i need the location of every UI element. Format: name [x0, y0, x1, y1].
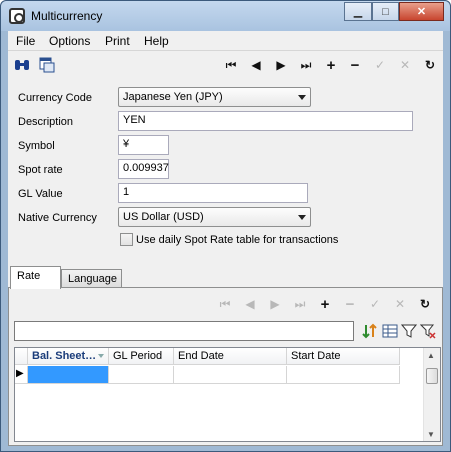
menu-file[interactable]: File [16, 34, 35, 48]
description-field[interactable]: YEN [118, 111, 413, 131]
menu-help[interactable]: Help [144, 34, 169, 48]
toolbar: ⏮ ◀ ▶ ⏭ + − ✓ ✕ ↻ [8, 52, 443, 78]
daily-spot-rate-checkbox[interactable] [120, 233, 133, 246]
grid-next-icon[interactable]: ▶ [266, 295, 284, 313]
first-record-icon[interactable]: ⏮ [222, 56, 240, 74]
column-header-gl-period[interactable]: GL Period [109, 348, 174, 365]
remove-record-icon[interactable]: − [346, 56, 364, 74]
menu-print[interactable]: Print [105, 34, 130, 48]
grid-cell-gl-period[interactable] [109, 366, 174, 384]
rate-grid[interactable]: Bal. Sheet… GL Period End Date Start Dat… [14, 347, 441, 442]
window-title: Multicurrency [31, 9, 103, 23]
maximize-button[interactable]: □ [372, 2, 399, 21]
scroll-down-icon[interactable]: ▼ [427, 430, 435, 439]
spot-rate-label: Spot rate [18, 164, 63, 176]
currency-code-select[interactable]: Japanese Yen (JPY) [118, 87, 311, 107]
tab-strip: Rate Language [8, 266, 443, 289]
currency-code-value: Japanese Yen (JPY) [123, 91, 223, 103]
daily-spot-rate-label[interactable]: Use daily Spot Rate table for transactio… [136, 234, 338, 246]
description-label: Description [18, 116, 74, 128]
grid-vertical-scrollbar[interactable]: ▲ ▼ [423, 348, 440, 441]
tab-language[interactable]: Language [61, 269, 122, 288]
row-marker-icon: ▶ [15, 366, 28, 384]
title-bar[interactable]: Multicurrency ▁ □ ✕ [1, 1, 450, 31]
last-record-icon[interactable]: ⏭ [297, 56, 315, 74]
column-header-start-date[interactable]: Start Date [287, 348, 400, 365]
rate-tab-panel: ⏮ ◀ ▶ ⏭ + − ✓ ✕ ↻ Bal. Sheet… GL Period … [8, 287, 443, 446]
previous-record-icon[interactable]: ◀ [247, 56, 265, 74]
chevron-down-icon [298, 215, 306, 220]
menu-options[interactable]: Options [49, 34, 90, 48]
cancel-icon[interactable]: ✕ [396, 56, 414, 74]
grid-cell-bal-sheet[interactable] [28, 366, 109, 384]
filter-icon[interactable] [400, 322, 418, 340]
native-currency-label: Native Currency [18, 212, 97, 224]
column-header-bal-sheet-label: Bal. Sheet… [32, 350, 97, 362]
grid-cell-start-date[interactable] [287, 366, 400, 384]
gl-value-label: GL Value [18, 188, 63, 200]
grid-add-icon[interactable]: + [316, 295, 334, 313]
grid-first-icon[interactable]: ⏮ [216, 295, 234, 313]
row-header-corner [15, 348, 28, 365]
scroll-thumb[interactable] [426, 368, 438, 384]
grid-last-icon[interactable]: ⏭ [291, 295, 309, 313]
clear-filter-icon[interactable] [419, 322, 437, 340]
symbol-field[interactable]: ¥ [118, 135, 169, 155]
refresh-icon[interactable]: ↻ [421, 56, 439, 74]
spot-rate-field[interactable]: 0.009937 [118, 159, 169, 179]
binoculars-icon[interactable] [13, 56, 31, 74]
close-button[interactable]: ✕ [399, 2, 444, 21]
column-header-end-date[interactable]: End Date [174, 348, 287, 365]
grid-previous-icon[interactable]: ◀ [241, 295, 259, 313]
app-window: Multicurrency ▁ □ ✕ File Options Print H… [0, 0, 451, 452]
native-currency-value: US Dollar (USD) [123, 211, 204, 223]
tab-rate[interactable]: Rate [10, 266, 61, 289]
columns-icon[interactable] [381, 322, 399, 340]
grid-confirm-icon[interactable]: ✓ [366, 295, 384, 313]
grid-cell-end-date[interactable] [174, 366, 287, 384]
window-list-icon[interactable] [38, 56, 56, 74]
symbol-label: Symbol [18, 140, 55, 152]
grid-remove-icon[interactable]: − [341, 295, 359, 313]
grid-filter-input[interactable] [14, 321, 354, 341]
app-icon [9, 8, 25, 24]
confirm-icon[interactable]: ✓ [371, 56, 389, 74]
chevron-down-icon [298, 95, 306, 100]
currency-code-label: Currency Code [18, 92, 92, 104]
grid-refresh-icon[interactable]: ↻ [416, 295, 434, 313]
minimize-button[interactable]: ▁ [344, 2, 372, 21]
client-area: File Options Print Help ⏮ ◀ ▶ ⏭ + − ✓ ✕ … [8, 31, 443, 446]
add-record-icon[interactable]: + [322, 56, 340, 74]
scroll-up-icon[interactable]: ▲ [427, 351, 435, 360]
menu-bar: File Options Print Help [8, 31, 443, 51]
sort-icon[interactable] [361, 322, 379, 340]
gl-value-field[interactable]: 1 [118, 183, 308, 203]
sort-arrow-icon [98, 354, 104, 358]
native-currency-select[interactable]: US Dollar (USD) [118, 207, 311, 227]
next-record-icon[interactable]: ▶ [272, 56, 290, 74]
column-header-bal-sheet[interactable]: Bal. Sheet… [28, 348, 109, 365]
grid-cancel-icon[interactable]: ✕ [391, 295, 409, 313]
